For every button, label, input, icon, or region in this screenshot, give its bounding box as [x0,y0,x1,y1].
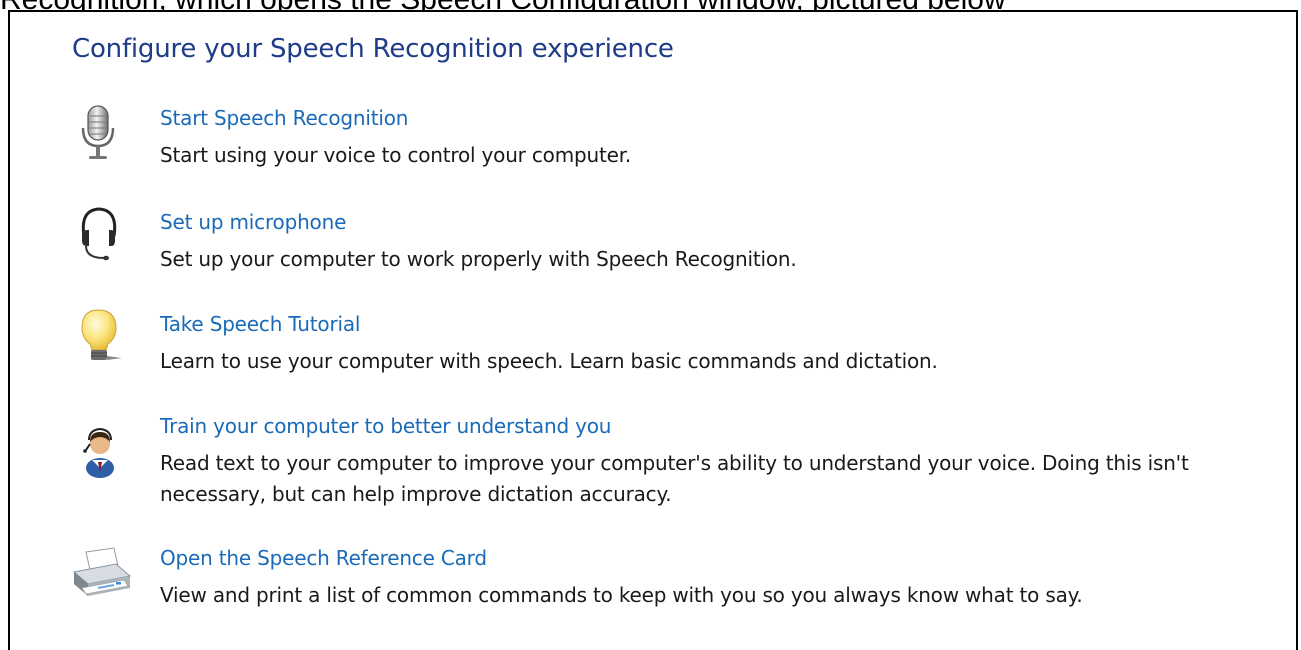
microphone-icon [68,102,130,164]
set-up-microphone-description: Set up your computer to work properly wi… [160,247,797,271]
open-speech-reference-card-link[interactable]: Open the Speech Reference Card [160,546,487,570]
page-title: Configure your Speech Recognition experi… [72,34,674,64]
lightbulb-icon [68,306,130,368]
train-computer-description: Read text to your computer to improve yo… [160,451,1189,506]
document-caption: Recognition, which opens the Speech Conf… [0,0,1301,10]
take-speech-tutorial-link[interactable]: Take Speech Tutorial [160,312,360,336]
set-up-microphone-link[interactable]: Set up microphone [160,210,346,234]
start-speech-recognition-link[interactable]: Start Speech Recognition [160,106,408,130]
headset-icon [68,202,130,264]
speech-recognition-panel: Configure your Speech Recognition experi… [8,10,1298,650]
take-speech-tutorial-description: Learn to use your computer with speech. … [160,349,938,373]
user-speaking-icon [68,420,130,482]
train-computer-link[interactable]: Train your computer to better understand… [160,414,611,438]
open-speech-reference-card-description: View and print a list of common commands… [160,583,1083,607]
start-speech-recognition-description: Start using your voice to control your c… [160,143,632,167]
printer-icon [64,544,134,606]
